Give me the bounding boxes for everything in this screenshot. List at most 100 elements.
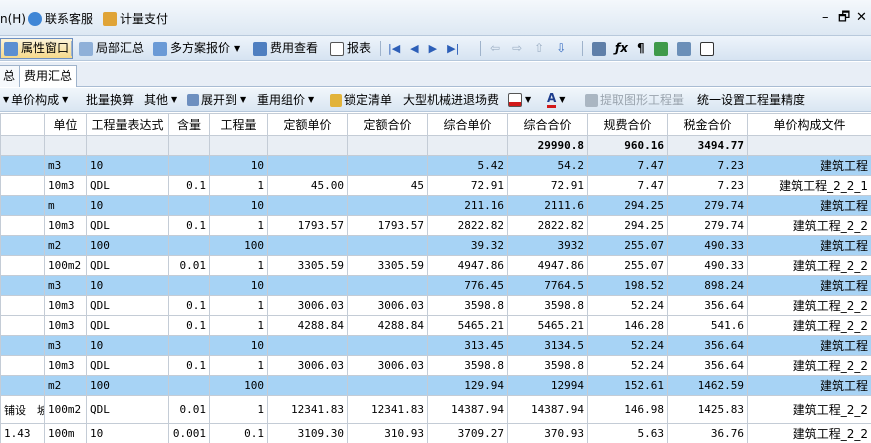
cell-composite-unit-price[interactable]: 5.42 xyxy=(427,155,508,176)
table-row-item[interactable]: m 10 10 211.16 2111.6 294.25 279.74 建筑工程 xyxy=(0,195,871,216)
column-header-quantity[interactable]: 工程量 xyxy=(209,113,268,136)
cell-composite-unit-price[interactable]: 776.45 xyxy=(427,275,508,296)
table-row-quota[interactable]: 铺设 坡 100m2 QDL 0.01 1 12341.83 12341.83 14387.9… xyxy=(0,395,871,424)
cell-quota-total[interactable]: 45 xyxy=(347,175,428,196)
table-row-quota[interactable]: 100m2 QDL 0.01 1 3305.59 3305.59 4947.86 4947.8… xyxy=(0,255,871,276)
column-header-quota-unit-price[interactable]: 定额单价 xyxy=(267,113,348,136)
cell-quantity-expression[interactable]: QDL xyxy=(86,255,169,276)
cell-unit[interactable]: m3 xyxy=(44,335,87,356)
cell-tax-total[interactable]: 356.64 xyxy=(667,295,748,316)
cell-quota-total[interactable] xyxy=(347,335,428,356)
cell-quota-total[interactable] xyxy=(347,375,428,396)
cell-quantity-expression[interactable]: 100 xyxy=(86,375,169,396)
restore-button[interactable]: 🗗 xyxy=(838,11,850,25)
cell-row-name[interactable]: 铺设 坡 xyxy=(0,395,45,424)
cell-row-name[interactable] xyxy=(0,235,45,256)
cell-tax-total[interactable]: 356.64 xyxy=(667,335,748,356)
lock-list-button[interactable]: 锁定清单 xyxy=(330,91,392,109)
cell-quota-unit-price[interactable]: 45.00 xyxy=(267,175,348,196)
cell-quota-unit-price[interactable] xyxy=(267,275,348,296)
cell-quantity-expression[interactable]: 10 xyxy=(86,195,169,216)
cell-regulated-fee-total[interactable]: 7.47 xyxy=(587,155,668,176)
cell-content[interactable]: 0.1 xyxy=(168,315,210,336)
column-header-tax-total[interactable]: 税金合价 xyxy=(667,113,748,136)
cell-unit[interactable]: 10m3 xyxy=(44,355,87,376)
cell-content[interactable]: 0.1 xyxy=(168,355,210,376)
cell-quota-total[interactable] xyxy=(347,155,428,176)
cell-quota-unit-price[interactable] xyxy=(267,155,348,176)
prev-record-icon[interactable]: ◀ xyxy=(410,38,418,59)
extract-graphic-quantity-button[interactable]: 提取图形工程量 xyxy=(585,91,684,109)
cell-quantity[interactable]: 1 xyxy=(209,255,268,276)
cell-quantity-expression[interactable]: QDL xyxy=(86,175,169,196)
move-right-icon[interactable]: ⇨ xyxy=(512,38,522,59)
cell-quantity[interactable]: 10 xyxy=(209,335,268,356)
cell-unit[interactable]: 10m3 xyxy=(44,315,87,336)
cell-price-composition-file[interactable]: 建筑工程 xyxy=(747,235,871,256)
cell-content[interactable] xyxy=(168,195,210,216)
cell-content[interactable]: 0.01 xyxy=(168,255,210,276)
cell-row-name[interactable] xyxy=(0,195,45,216)
cell-price-composition-file[interactable]: 建筑工程 xyxy=(747,375,871,396)
cell-quantity-expression[interactable]: 10 xyxy=(86,155,169,176)
cell-regulated-fee-total[interactable]: 255.07 xyxy=(587,255,668,276)
list-icon[interactable] xyxy=(699,41,714,56)
cell-unit[interactable]: 100m2 xyxy=(44,395,87,424)
cell-quota-unit-price[interactable]: 3305.59 xyxy=(267,255,348,276)
cell-tax-total[interactable]: 279.74 xyxy=(667,215,748,236)
attribute-window-button[interactable]: 属性窗口 xyxy=(0,38,74,59)
cell-regulated-fee-total[interactable]: 255.07 xyxy=(587,235,668,256)
cell-composite-total[interactable]: 5465.21 xyxy=(507,315,588,336)
cell-row-name[interactable] xyxy=(0,155,45,176)
cell-unit[interactable]: 10m3 xyxy=(44,175,87,196)
cell-composite-unit-price[interactable]: 3709.27 xyxy=(427,423,508,443)
cell-composite-unit-price[interactable]: 14387.94 xyxy=(427,395,508,424)
fee-view-button[interactable]: 费用查看 xyxy=(253,38,318,59)
cell-quantity-expression[interactable]: 100 xyxy=(86,235,169,256)
cell-tax-total[interactable]: 279.74 xyxy=(667,195,748,216)
cell-quota-unit-price[interactable]: 4288.84 xyxy=(267,315,348,336)
menu-measurement-payment[interactable]: 计量支付 xyxy=(103,11,168,27)
table-row-quota[interactable]: 10m3 QDL 0.1 1 45.00 45 72.91 72.91 7.47 7.23 建筑工程… xyxy=(0,175,871,196)
table-row-quota[interactable]: 10m3 QDL 0.1 1 3006.03 3006.03 3598.8 3598.8 52.… xyxy=(0,295,871,316)
cell-tax-total[interactable]: 7.23 xyxy=(667,175,748,196)
cell-unit[interactable]: m xyxy=(44,195,87,216)
cell-content[interactable] xyxy=(168,155,210,176)
menu-customer-service[interactable]: 联系客服 xyxy=(28,11,93,27)
cell-unit[interactable]: m2 xyxy=(44,235,87,256)
cell-regulated-fee-total[interactable]: 5.63 xyxy=(587,423,668,443)
cell-quantity-expression[interactable]: QDL xyxy=(86,295,169,316)
cell-quantity-expression[interactable]: 10 xyxy=(86,275,169,296)
menu-help[interactable]: n(H) xyxy=(0,11,26,27)
cell-regulated-fee-total[interactable]: 52.24 xyxy=(587,295,668,316)
table-row-item[interactable]: m3 10 10 5.42 54.2 7.47 7.23 建筑工程 xyxy=(0,155,871,176)
column-header-unit[interactable]: 单位 xyxy=(44,113,87,136)
cell-tax-total[interactable]: 541.6 xyxy=(667,315,748,336)
cell-tax-total[interactable]: 7.23 xyxy=(667,155,748,176)
cell-quota-unit-price[interactable] xyxy=(267,195,348,216)
cell-composite-total[interactable]: 72.91 xyxy=(507,175,588,196)
table-row-item[interactable]: m3 10 10 776.45 7764.5 198.52 898.24 建筑工程 xyxy=(0,275,871,296)
cell-quota-total[interactable] xyxy=(347,195,428,216)
cell-quota-total[interactable]: 3305.59 xyxy=(347,255,428,276)
move-down-icon[interactable]: ⇩ xyxy=(556,38,566,59)
cell-composite-total[interactable]: 2111.6 xyxy=(507,195,588,216)
cell-quota-total[interactable]: 1793.57 xyxy=(347,215,428,236)
cell-quantity-expression[interactable]: QDL xyxy=(86,215,169,236)
cell-quantity[interactable]: 1 xyxy=(209,215,268,236)
cell-row-name[interactable] xyxy=(0,375,45,396)
column-header-quota-total[interactable]: 定额合价 xyxy=(347,113,428,136)
set-quantity-precision-button[interactable]: 统一设置工程量精度 xyxy=(697,91,805,109)
cell-composite-total[interactable]: 12994 xyxy=(507,375,588,396)
font-color-button[interactable]: A ▼ xyxy=(547,91,565,109)
cell-regulated-fee-total[interactable]: 52.24 xyxy=(587,335,668,356)
column-header-composite-unit-price[interactable]: 综合单价 xyxy=(427,113,508,136)
cell-unit[interactable]: 100m2 xyxy=(44,255,87,276)
cube-icon[interactable] xyxy=(653,41,668,56)
cell-quota-total[interactable]: 12341.83 xyxy=(347,395,428,424)
book-icon[interactable] xyxy=(676,41,691,56)
first-record-icon[interactable]: |◀ xyxy=(388,38,400,59)
cell-unit[interactable]: 100m xyxy=(44,423,87,443)
cell-tax-total[interactable]: 1462.59 xyxy=(667,375,748,396)
cell-content[interactable]: 0.001 xyxy=(168,423,210,443)
